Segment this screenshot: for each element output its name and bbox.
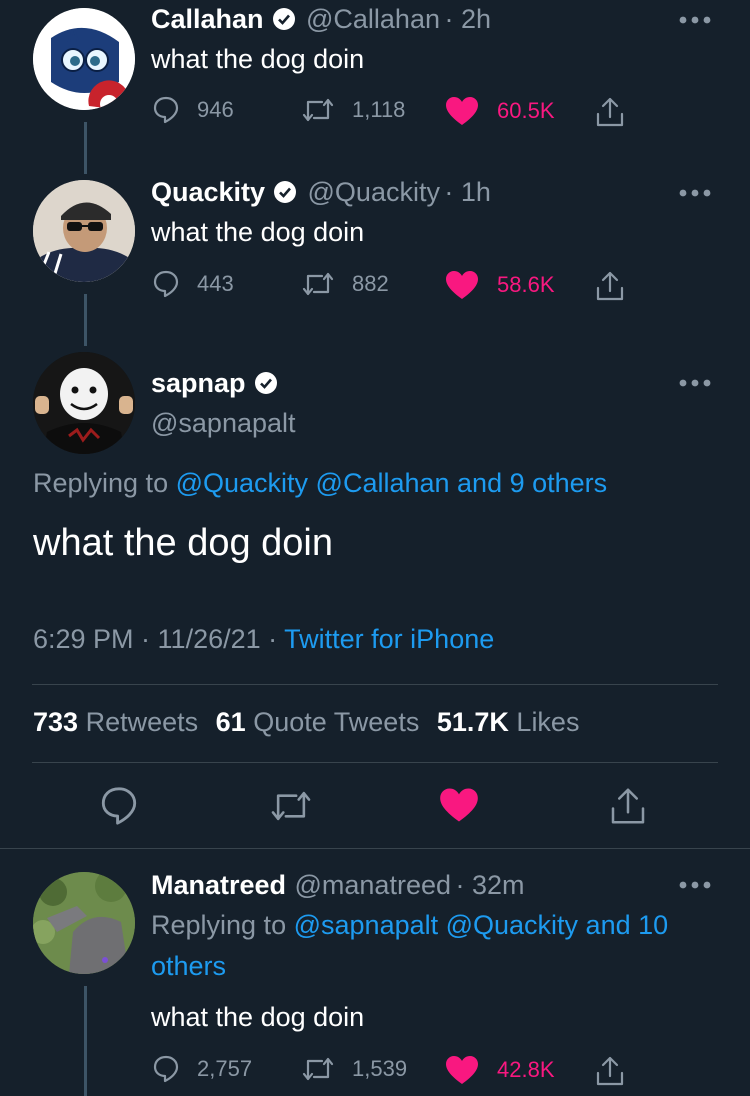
tweet-header: Quackity @Quackity · 1h [151,177,491,208]
reply-icon [153,96,179,124]
retweet-icon [302,98,334,122]
replying-to-label: Replying to [33,468,169,498]
thread-line [84,294,87,346]
replying-to: Replying to @sapnapalt @Quackity and 10 [151,910,668,941]
like-button[interactable]: 58.6K [445,270,555,300]
heart-filled-icon [446,97,478,125]
tweet-text: what the dog doin [151,44,365,74]
display-name[interactable]: Callahan [151,4,264,34]
tweet-header: Manatreed @manatreed · 32m [151,870,524,901]
avatar-sapnap[interactable] [33,352,135,454]
heart-filled-icon[interactable] [439,787,479,823]
retweet-count: 1,118 [352,97,406,122]
tweet-meta: 6:29 PM · 11/26/21 · Twitter for iPhone [33,624,494,655]
retweet-button[interactable]: 1,118 [302,96,405,124]
replying-to: Replying to @Quackity @Callahan and 9 ot… [33,468,607,499]
reply-count: 443 [197,271,234,296]
retweet-count: 882 [352,271,389,296]
replying-to-mentions[interactable]: @sapnapalt @Quackity and 10 [294,910,669,940]
retweet-count: 1,539 [352,1056,408,1081]
avatar-callahan[interactable]: A [33,8,135,110]
tweet-time: 6:29 PM · 11/26/21 · [33,624,278,654]
quotes-stat[interactable]: 61 Quote Tweets [216,707,420,737]
reply-count: 946 [197,97,234,122]
more-options-icon[interactable] [678,378,712,388]
share-icon[interactable] [594,270,626,302]
heart-filled-icon [446,271,478,299]
more-options-icon[interactable] [678,188,712,198]
timestamp[interactable]: · 1h [444,177,491,207]
retweet-button[interactable]: 882 [302,270,389,298]
retweet-icon [302,272,334,296]
like-button[interactable]: 42.8K [445,1055,555,1085]
tweet-header: Callahan @Callahan · 2h [151,4,491,35]
reply-button[interactable]: 443 [153,270,234,298]
svg-text:A: A [67,26,80,46]
verified-badge-icon [272,8,295,30]
more-options-icon[interactable] [678,15,712,25]
avatar-quackity[interactable] [33,180,135,282]
timestamp[interactable]: · 2h [444,4,491,34]
retweet-button[interactable]: 1,539 [302,1055,407,1083]
reply-icon[interactable] [100,786,138,826]
main-tweet-text: what the dog doin [33,522,334,564]
engagement-stats: 733 Retweets 61 Quote Tweets 51.7K Likes [33,707,579,738]
share-icon[interactable] [594,96,626,128]
like-count: 60.5K [497,98,555,123]
avatar-manatreed[interactable] [33,872,135,974]
main-tweet-name-row: sapnap [151,368,278,399]
divider [0,848,750,849]
retweets-stat[interactable]: 733 Retweets [33,707,198,737]
share-icon[interactable] [594,1055,626,1087]
tweet-text: what the dog doin [151,217,365,247]
handle[interactable]: @sapnapalt [151,408,296,439]
handle[interactable]: @Callahan [306,4,440,34]
heart-filled-icon [446,1056,478,1084]
more-options-icon[interactable] [678,880,712,890]
thread-line [84,986,87,1096]
display-name[interactable]: Manatreed [151,870,286,900]
thread-line [84,122,87,174]
verified-badge-icon [274,181,297,203]
display-name[interactable]: sapnap [151,368,246,398]
reply-icon [153,270,179,298]
reply-button[interactable]: 946 [153,96,234,124]
divider [32,762,718,763]
replying-to-mentions-cont[interactable]: others [151,951,226,982]
reply-icon [153,1055,179,1083]
reply-button[interactable]: 2,757 [153,1055,252,1083]
like-count: 58.6K [497,272,555,297]
replying-to-mentions[interactable]: @Quackity @Callahan and 9 others [176,468,608,498]
display-name[interactable]: Quackity [151,177,265,207]
tweet-source[interactable]: Twitter for iPhone [284,624,494,654]
verified-badge-icon [254,372,277,394]
replying-to-label: Replying to [151,910,287,940]
like-button[interactable]: 60.5K [445,96,555,126]
retweet-icon [302,1057,334,1081]
share-icon[interactable] [608,786,648,826]
like-count: 42.8K [497,1057,555,1082]
likes-stat[interactable]: 51.7K Likes [437,707,580,737]
reply-count: 2,757 [197,1056,253,1081]
handle[interactable]: @manatreed [295,870,452,900]
timestamp[interactable]: · 32m [455,870,524,900]
handle[interactable]: @Quackity [308,177,440,207]
retweet-icon[interactable] [270,788,312,824]
tweet-text: what the dog doin [151,1002,365,1032]
divider [32,684,718,685]
